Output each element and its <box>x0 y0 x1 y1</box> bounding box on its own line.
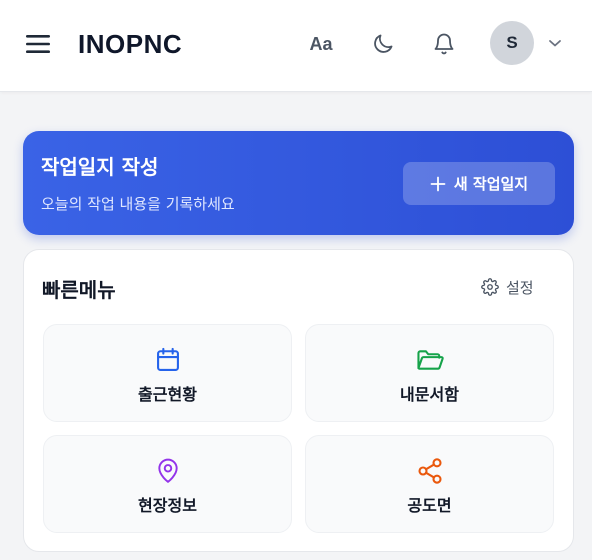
quick-menu-item-attendance[interactable]: 출근현황 <box>43 324 292 422</box>
daily-report-subtitle: 오늘의 작업 내용을 기록하세요 <box>41 195 235 213</box>
share-icon <box>417 458 442 484</box>
daily-report-card: 작업일지 작성 오늘의 작업 내용을 기록하세요 새 작업일지 <box>23 131 574 235</box>
bell-icon <box>434 33 454 55</box>
quick-menu-item-label: 출근현황 <box>138 385 197 404</box>
quick-menu-item-label: 현장정보 <box>138 496 197 515</box>
font-size-button[interactable]: Aa <box>301 26 341 62</box>
chevron-down-icon <box>549 40 561 47</box>
settings-label: 설정 <box>506 278 534 297</box>
map-pin-icon <box>157 458 178 483</box>
quick-menu-item-site-info[interactable]: 현장정보 <box>43 435 292 533</box>
calendar-icon <box>156 347 179 371</box>
top-header: INOPNC Aa S <box>0 0 592 92</box>
new-daily-report-label: 새 작업일지 <box>453 175 529 193</box>
quick-menu-settings-button[interactable]: 설정 <box>481 274 534 300</box>
user-avatar[interactable]: S <box>490 21 534 65</box>
quick-menu-card: 빠른메뉴 설정 출근현황 내문서함 현장정보 공도면 <box>23 249 574 552</box>
quick-menu-item-label: 공도면 <box>407 496 452 515</box>
daily-report-title: 작업일지 작성 <box>41 155 159 179</box>
theme-toggle-button[interactable] <box>363 26 403 62</box>
plus-icon <box>430 176 446 191</box>
moon-icon <box>374 34 393 53</box>
brand-logo[interactable]: INOPNC <box>78 26 182 62</box>
hamburger-icon <box>26 35 50 53</box>
hamburger-menu-button[interactable] <box>22 28 54 60</box>
account-dropdown-toggle[interactable] <box>544 33 566 53</box>
notifications-button[interactable] <box>424 26 464 62</box>
quick-menu-item-label: 내문서함 <box>400 385 459 404</box>
quick-menu-item-drawings[interactable]: 공도면 <box>305 435 554 533</box>
quick-menu-item-my-documents[interactable]: 내문서함 <box>305 324 554 422</box>
font-size-label: Aa <box>309 33 333 54</box>
folder-open-icon <box>416 350 444 370</box>
new-daily-report-button[interactable]: 새 작업일지 <box>403 162 555 205</box>
quick-menu-title: 빠른메뉴 <box>42 278 116 302</box>
gear-icon <box>481 278 499 296</box>
